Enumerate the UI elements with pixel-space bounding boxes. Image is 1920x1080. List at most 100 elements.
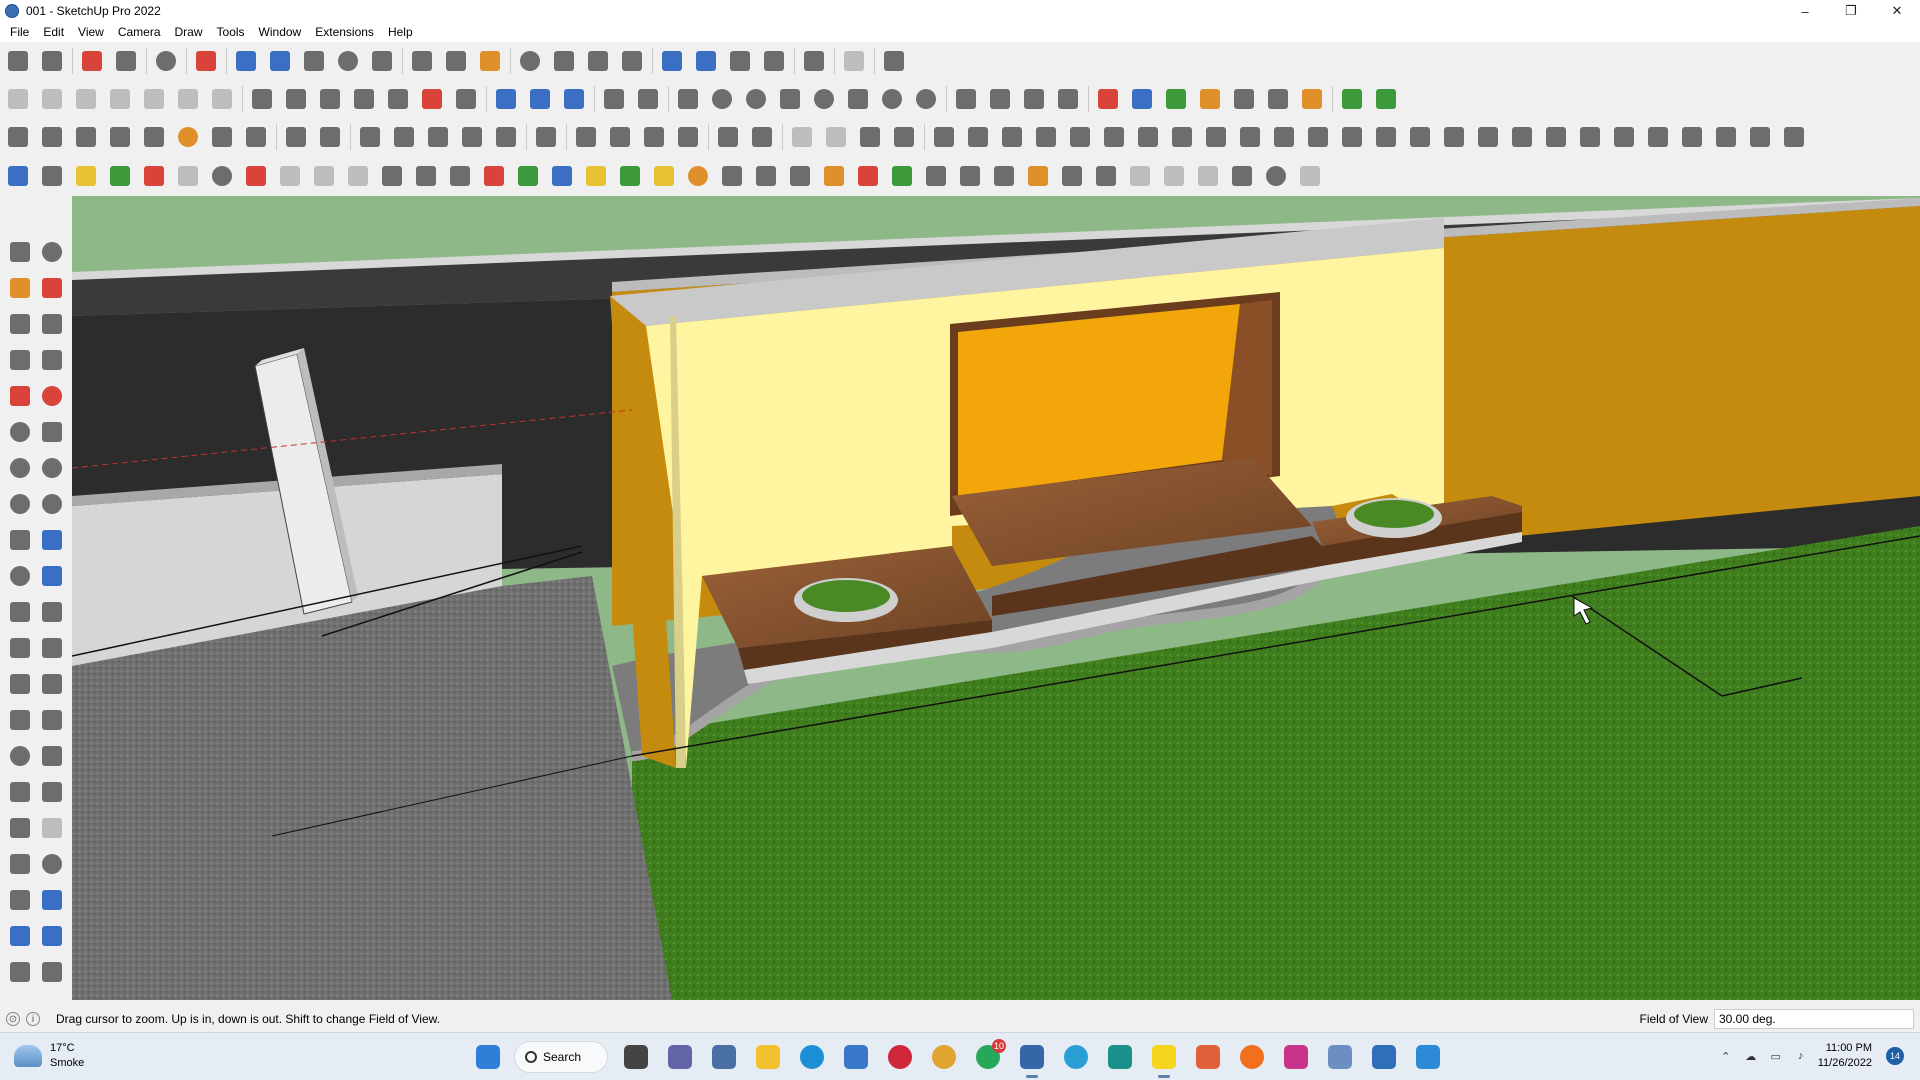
palette-paint-bucket-icon[interactable] bbox=[6, 274, 34, 302]
roof-icon[interactable] bbox=[1508, 123, 1536, 151]
palette-move-icon[interactable] bbox=[6, 526, 34, 554]
weld-icon[interactable] bbox=[998, 123, 1026, 151]
sweep-icon[interactable] bbox=[1338, 123, 1366, 151]
chamfer-icon[interactable] bbox=[1134, 123, 1162, 151]
house-icon[interactable] bbox=[4, 85, 32, 113]
notification-badge[interactable]: 14 bbox=[1886, 1047, 1904, 1065]
sketchup-icon[interactable] bbox=[1014, 1039, 1050, 1078]
face-green-icon[interactable] bbox=[106, 162, 134, 190]
volume-icon[interactable]: ♪ bbox=[1793, 1048, 1809, 1064]
palette-circle-icon[interactable] bbox=[6, 418, 34, 446]
measurements-box[interactable]: 30.00 deg. bbox=[1714, 1009, 1914, 1029]
axes-f-icon[interactable] bbox=[1298, 85, 1326, 113]
stair-icon[interactable] bbox=[1440, 123, 1468, 151]
pan-icon[interactable] bbox=[550, 47, 578, 75]
solid-subtract-icon[interactable] bbox=[1054, 85, 1082, 113]
menu-file[interactable]: File bbox=[3, 25, 36, 39]
select-icon[interactable] bbox=[38, 47, 66, 75]
intersect-icon[interactable] bbox=[952, 85, 980, 113]
palette-3pt-arc-icon[interactable] bbox=[6, 490, 34, 518]
scale-copy-icon[interactable] bbox=[990, 162, 1018, 190]
rectangle-icon[interactable] bbox=[192, 47, 220, 75]
tag-icon[interactable] bbox=[1024, 162, 1052, 190]
axes-blue-icon[interactable] bbox=[1128, 85, 1156, 113]
face-yellow-icon[interactable] bbox=[72, 162, 100, 190]
joint-icon[interactable] bbox=[1066, 123, 1094, 151]
back-edges-icon[interactable] bbox=[282, 85, 310, 113]
teams-chat-icon[interactable] bbox=[662, 1039, 698, 1075]
model-info-icon[interactable] bbox=[72, 123, 100, 151]
door-icon[interactable] bbox=[1746, 123, 1774, 151]
polyline-path-icon[interactable] bbox=[446, 162, 474, 190]
palette-follow-me-icon[interactable] bbox=[38, 562, 66, 590]
dotted-arc-icon[interactable] bbox=[1262, 162, 1290, 190]
bucket-icon[interactable] bbox=[820, 162, 848, 190]
guide-icon[interactable] bbox=[106, 123, 134, 151]
palette-orbit-tool-icon[interactable] bbox=[6, 742, 34, 770]
position-camera-icon[interactable] bbox=[640, 123, 668, 151]
circle-icon[interactable] bbox=[708, 85, 736, 113]
top-view-icon[interactable] bbox=[72, 85, 100, 113]
menu-tools[interactable]: Tools bbox=[210, 25, 252, 39]
page-icon[interactable] bbox=[310, 162, 338, 190]
chrome-icon[interactable] bbox=[926, 1039, 962, 1075]
array-icon[interactable] bbox=[1406, 123, 1434, 151]
scale-icon[interactable] bbox=[368, 47, 396, 75]
drape-icon[interactable] bbox=[1372, 85, 1400, 113]
print-icon[interactable] bbox=[822, 123, 850, 151]
transform-icon[interactable] bbox=[922, 162, 950, 190]
axes-orange-icon[interactable] bbox=[1196, 85, 1224, 113]
palette-extension-manager-tool-icon[interactable] bbox=[38, 958, 66, 986]
menu-window[interactable]: Window bbox=[252, 25, 309, 39]
ellipse-icon[interactable] bbox=[776, 85, 804, 113]
window-tool-icon[interactable] bbox=[1712, 123, 1740, 151]
menu-help[interactable]: Help bbox=[381, 25, 420, 39]
x-points-icon[interactable] bbox=[1228, 162, 1256, 190]
wireframe-icon[interactable] bbox=[316, 85, 344, 113]
weather-widget[interactable]: 17°C Smoke bbox=[14, 1041, 84, 1071]
wall-icon[interactable] bbox=[1610, 123, 1638, 151]
shadow-icon[interactable] bbox=[208, 123, 236, 151]
tile-dots-icon[interactable] bbox=[1194, 162, 1222, 190]
section-cuts-icon[interactable] bbox=[560, 85, 588, 113]
railing-icon[interactable] bbox=[1474, 123, 1502, 151]
rotate-icon[interactable] bbox=[334, 47, 362, 75]
palette-axes-icon[interactable] bbox=[6, 706, 34, 734]
palette-rotate-icon[interactable] bbox=[6, 562, 34, 590]
task-view-icon[interactable] bbox=[618, 1039, 654, 1075]
palette-make-component-icon[interactable] bbox=[6, 310, 34, 338]
curve-icon[interactable] bbox=[964, 123, 992, 151]
curve-path-icon[interactable] bbox=[412, 162, 440, 190]
menu-extensions[interactable]: Extensions bbox=[308, 25, 381, 39]
opera-icon[interactable] bbox=[882, 1039, 918, 1075]
palette-select-icon[interactable] bbox=[6, 238, 34, 266]
freehand-icon[interactable] bbox=[844, 85, 872, 113]
zoom-icon[interactable] bbox=[584, 47, 612, 75]
turntable-icon[interactable] bbox=[674, 123, 702, 151]
palette-offset-icon[interactable] bbox=[38, 598, 66, 626]
push-pull-icon[interactable] bbox=[232, 47, 260, 75]
tile-icon[interactable] bbox=[1126, 162, 1154, 190]
add-red-icon[interactable] bbox=[480, 162, 508, 190]
network-icon[interactable]: ▭ bbox=[1768, 1048, 1784, 1064]
styles-icon[interactable] bbox=[356, 123, 384, 151]
previous-icon[interactable] bbox=[714, 123, 742, 151]
pipe-icon[interactable] bbox=[378, 162, 406, 190]
palette-rectangle-icon[interactable] bbox=[6, 382, 34, 410]
menu-draw[interactable]: Draw bbox=[168, 25, 210, 39]
move-vertex-icon[interactable] bbox=[786, 162, 814, 190]
palette-eraser-icon[interactable] bbox=[38, 274, 66, 302]
palette-line-icon[interactable] bbox=[6, 346, 34, 374]
link-icon[interactable] bbox=[752, 162, 780, 190]
enscape-icon[interactable] bbox=[1102, 1039, 1138, 1075]
polyline-icon[interactable] bbox=[1202, 123, 1230, 151]
axes-north-icon[interactable] bbox=[1230, 85, 1258, 113]
photos-icon[interactable] bbox=[1322, 1039, 1358, 1075]
palette-scale-icon[interactable] bbox=[6, 598, 34, 626]
rotate-face-icon[interactable] bbox=[208, 162, 236, 190]
face-red-icon[interactable] bbox=[140, 162, 168, 190]
taskbar-search[interactable]: Search bbox=[514, 1041, 608, 1073]
loop-icon[interactable] bbox=[684, 162, 712, 190]
palette-polygon-icon[interactable] bbox=[38, 418, 66, 446]
fillet-icon[interactable] bbox=[1100, 123, 1128, 151]
